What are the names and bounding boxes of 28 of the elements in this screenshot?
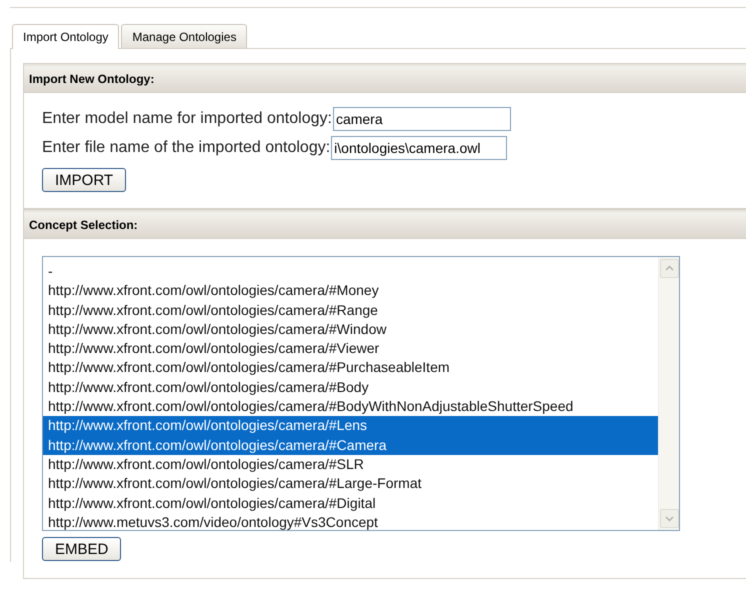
- list-option[interactable]: http://www.xfront.com/owl/ontologies/camera/#Lens: [43, 416, 658, 436]
- list-option[interactable]: http://www.xfront.com/owl/ontologies/camera/#Digital: [43, 494, 658, 513]
- section-header: Import New Ontology:: [24, 64, 746, 93]
- text-field[interactable]: i\ontologies\camera.owl: [331, 136, 508, 160]
- list-option[interactable]: http://www.xfront.com/owl/ontologies/camera/#Range: [43, 300, 658, 320]
- list-option[interactable]: http://www.xfront.com/owl/ontologies/camera/#SLR: [43, 454, 658, 474]
- field-label: Enter file name of the imported ontology:: [42, 139, 330, 157]
- tab[interactable]: Manage Ontologies: [121, 24, 248, 48]
- scroll-down-icon[interactable]: [660, 509, 679, 528]
- list-option[interactable]: http://www.xfront.com/owl/ontologies/camera/#Viewer: [43, 339, 658, 358]
- scroll-up-icon[interactable]: [660, 259, 679, 278]
- concept-listbox[interactable]: [42, 256, 680, 531]
- scrollbar[interactable]: [658, 257, 679, 530]
- list-option[interactable]: http://www.xfront.com/owl/ontologies/camera/#Window: [43, 320, 658, 340]
- tab[interactable]: Import Ontology: [12, 24, 120, 49]
- list-option[interactable]: http://www.metuvs3.com/video/ontology#Vs3Concept: [43, 512, 658, 530]
- section-header: Concept Selection:: [24, 210, 746, 239]
- list-option[interactable]: http://www.xfront.com/owl/ontologies/camera/#Large-Format: [43, 474, 658, 494]
- text-field[interactable]: camera: [332, 107, 511, 131]
- list-option[interactable]: http://www.xfront.com/owl/ontologies/camera/#Camera: [43, 436, 658, 455]
- list-option[interactable]: http://www.xfront.com/owl/ontologies/camera/#Body: [43, 378, 658, 398]
- import-button[interactable]: IMPORT: [42, 168, 126, 192]
- list-option[interactable]: -: [43, 262, 658, 282]
- list-option[interactable]: http://www.xfront.com/owl/ontologies/camera/#PurchaseableItem: [43, 358, 658, 378]
- list-option[interactable]: http://www.xfront.com/owl/ontologies/camera/#BodyWithNonAdjustableShutterSpeed: [43, 397, 658, 416]
- embed-button[interactable]: EMBED: [42, 537, 122, 561]
- field-label: Enter model name for imported ontology:: [42, 110, 332, 128]
- list-option[interactable]: http://www.xfront.com/owl/ontologies/camera/#Money: [43, 281, 658, 301]
